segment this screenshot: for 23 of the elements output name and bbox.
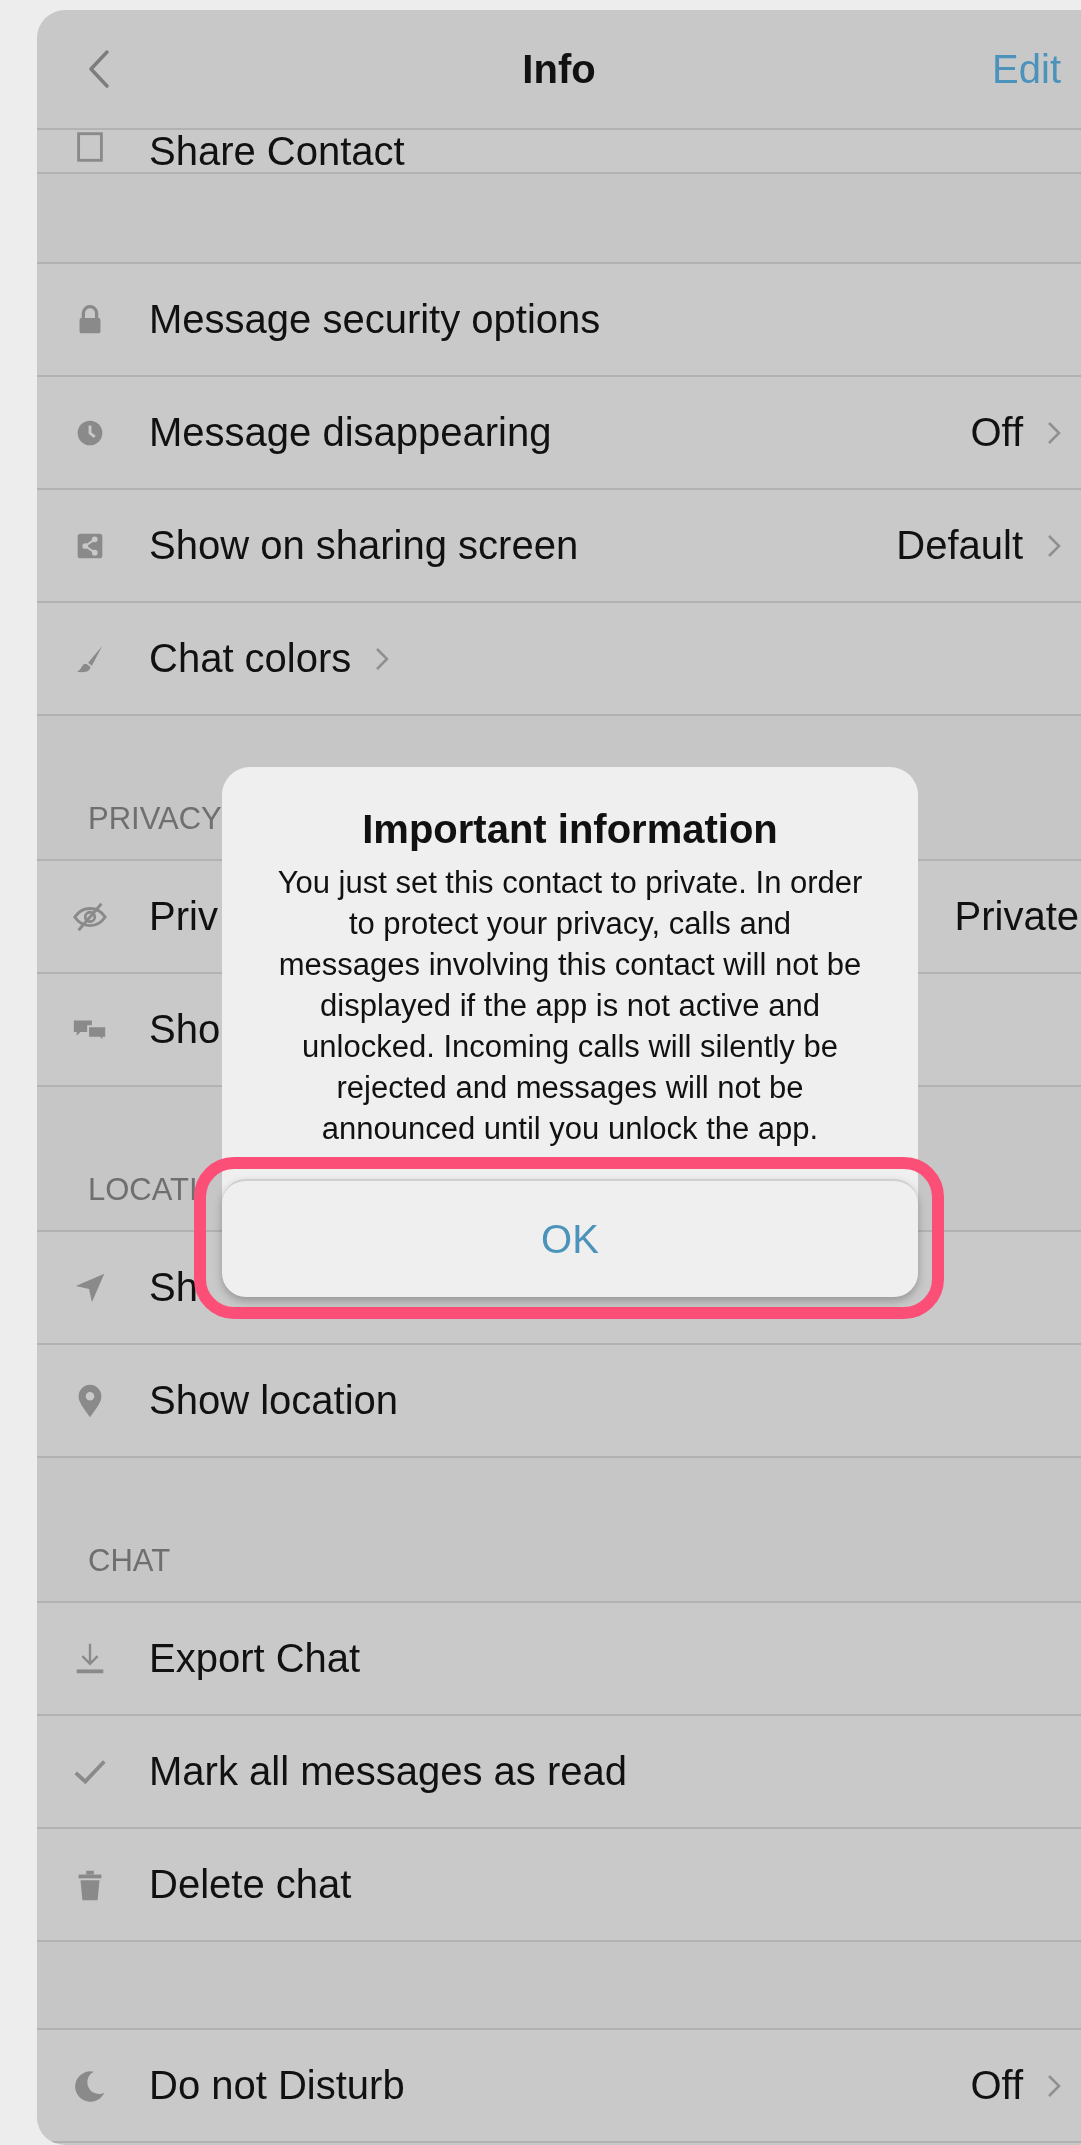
row-value: Default <box>896 523 1023 568</box>
dialog-title: Important information <box>361 806 779 852</box>
row-label: Message disappearing <box>149 410 552 455</box>
section-header: CHAT <box>88 1543 171 1579</box>
row-value: Off <box>970 410 1023 455</box>
row-label: Sh <box>149 1265 198 1310</box>
row-label: Share Contact <box>149 128 405 174</box>
row-label: Sho <box>149 1007 221 1052</box>
screen-title: Info <box>522 46 596 92</box>
row-label: Show location <box>149 1378 399 1423</box>
row-label: Message security options <box>149 297 601 342</box>
row-label: Do not Disturb <box>149 2063 405 2108</box>
dialog-message: You just set this contact to private. In order to protect your privacy, calls and messages involving this contact will not be displayed if the app is not active and unlocked. Incoming calls will silently be rejected and messages will not be announced until you unlock the app. <box>276 864 864 1148</box>
row-label: Show on sharing screen <box>149 523 579 568</box>
row-label: Export Chat <box>149 1636 361 1681</box>
section-header: PRIVACY <box>88 801 222 837</box>
row-label: Delete chat <box>149 1862 352 1907</box>
row-value: Private <box>954 894 1079 939</box>
row-label: Mark all messages as read <box>149 1749 627 1794</box>
row-label: Chat colors <box>149 636 352 681</box>
row-value: Off <box>970 2063 1023 2108</box>
row-label: Priv <box>149 894 218 939</box>
section-header: LOCATI <box>88 1172 198 1208</box>
